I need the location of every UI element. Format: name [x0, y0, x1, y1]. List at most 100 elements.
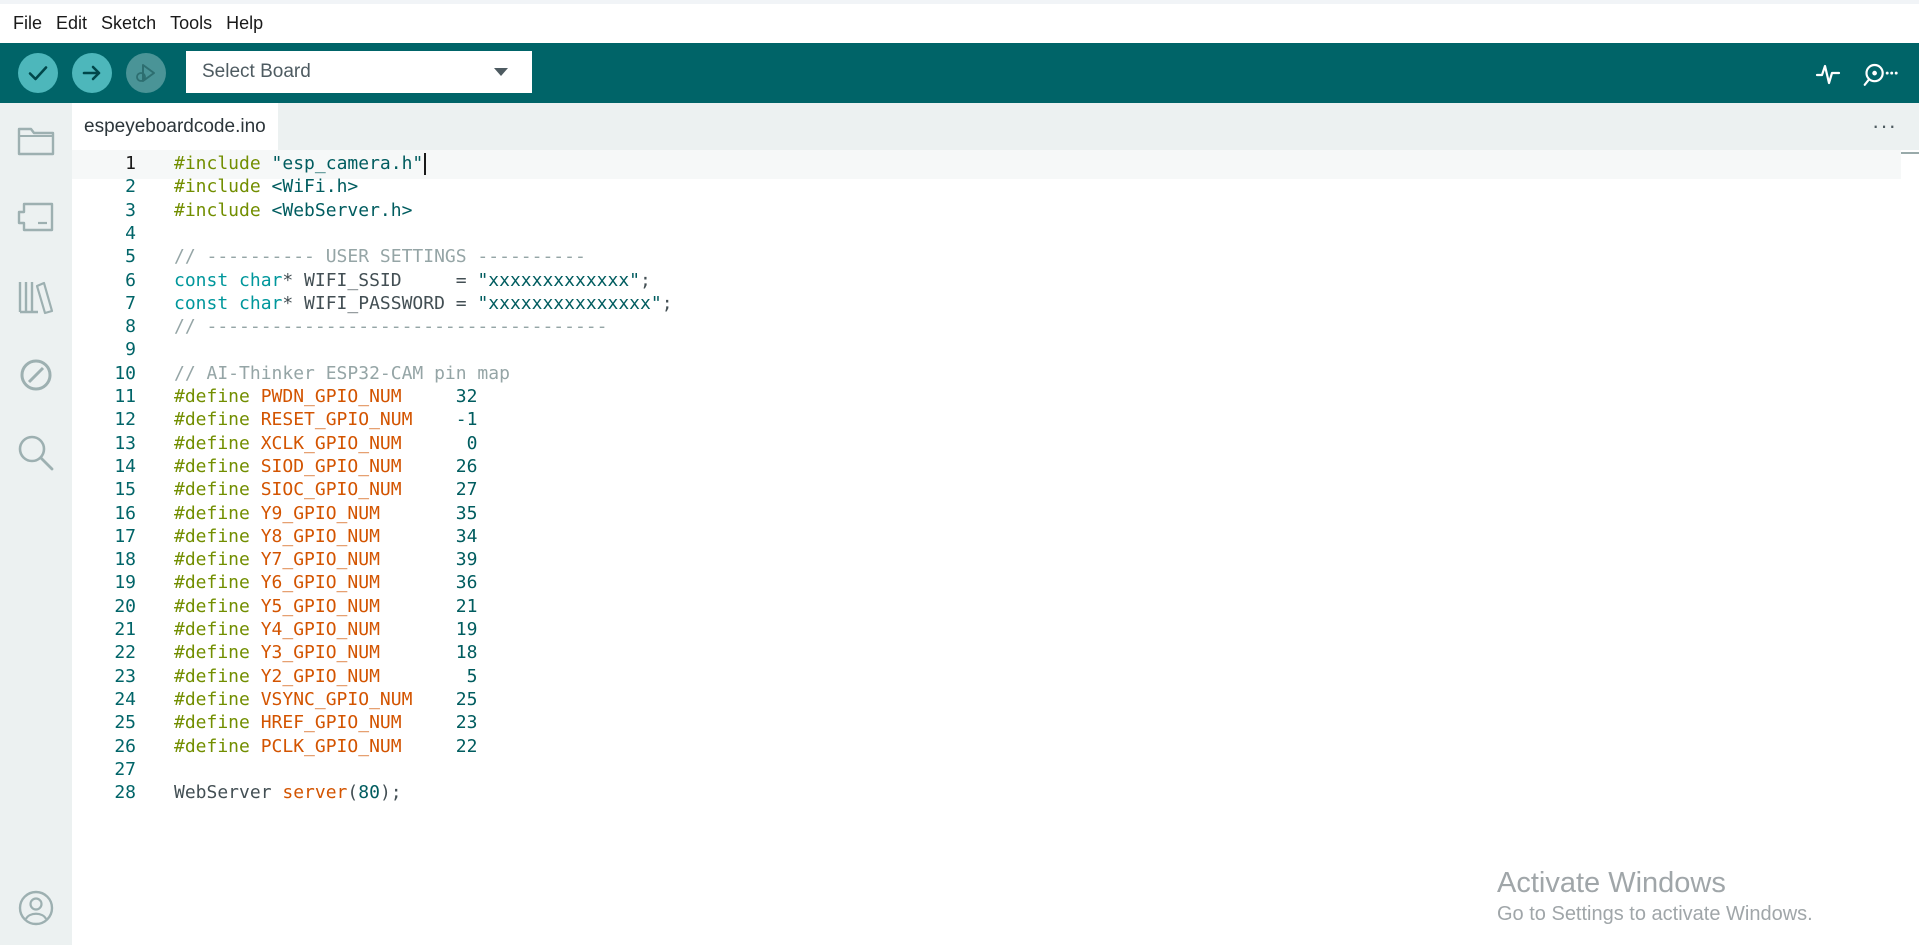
- code-token: #define: [174, 572, 261, 594]
- code-token: );: [379, 782, 402, 804]
- code-token: Y8_GPIO_NUM: [260, 525, 380, 547]
- code-token: 22: [455, 735, 478, 757]
- menu-bar: File Edit Sketch Tools Help: [0, 0, 1919, 43]
- code-editor[interactable]: 1 #include "esp_camera.h" 2 #include <WiFi.…: [72, 150, 1919, 945]
- debug-block-icon: [20, 359, 52, 391]
- verify-button[interactable]: [18, 53, 58, 93]
- code-token: Y4_GPIO_NUM: [260, 619, 380, 640]
- tab-filename: espeyeboardcode.ino: [84, 115, 266, 137]
- line-number: 28: [114, 782, 136, 804]
- code-token: 21: [455, 595, 478, 617]
- editor-scrollbar[interactable]: [1901, 150, 1919, 945]
- code-token: VSYNC_GPIO_NUM: [260, 688, 413, 710]
- code-token: Y6_GPIO_NUM: [260, 572, 380, 594]
- code-token: #define: [174, 735, 261, 757]
- serial-plotter-button[interactable]: [1810, 56, 1846, 92]
- code-token: 80: [358, 782, 380, 804]
- code-token: #include: [174, 153, 272, 174]
- code-token: #define: [174, 712, 261, 734]
- code-token: #define: [174, 479, 261, 501]
- sidebar: [0, 103, 72, 945]
- board-select-dropdown[interactable]: Select Board: [186, 51, 532, 93]
- code-token: #define: [174, 455, 261, 477]
- text-cursor: [424, 153, 427, 175]
- code-token: "esp_camera.h": [271, 153, 424, 174]
- code-token: SIOC_GPIO_NUM: [260, 479, 402, 501]
- tab-sketch-file[interactable]: espeyeboardcode.ino: [72, 103, 278, 150]
- account-icon: [18, 890, 54, 926]
- board-select-label: Select Board: [202, 61, 311, 82]
- code-token: 32: [455, 386, 478, 407]
- code-token: 36: [455, 572, 478, 594]
- code-token: WebServer: [174, 782, 283, 804]
- code-token: SIOD_GPIO_NUM: [260, 455, 402, 477]
- code-token: #define: [174, 642, 261, 664]
- code-token: 5: [466, 665, 478, 687]
- debug-button[interactable]: [126, 53, 166, 93]
- code-token: Y2_GPIO_NUM: [260, 665, 380, 687]
- code-token: // ---------- USER SETTINGS ----------: [174, 246, 586, 268]
- code-token: 19: [455, 619, 478, 640]
- code-token: #define: [174, 595, 261, 617]
- code-token: Y3_GPIO_NUM: [260, 642, 380, 664]
- watermark-subtitle: Go to Settings to activate Windows.: [1497, 903, 1813, 925]
- code-token: 25: [455, 688, 478, 710]
- menu-file[interactable]: File: [6, 2, 49, 45]
- code-token: ;: [640, 269, 651, 291]
- chevron-down-icon: [494, 68, 508, 76]
- code-token: server: [282, 782, 348, 804]
- debug-icon: [136, 64, 155, 82]
- code-token: ;: [661, 292, 673, 314]
- code-token: * WIFI_SSID =: [282, 269, 478, 291]
- pulse-icon: [1815, 64, 1841, 85]
- menu-edit[interactable]: Edit: [49, 2, 94, 45]
- menu-sketch[interactable]: Sketch: [94, 2, 163, 45]
- tab-bar: espeyeboardcode.ino ···: [72, 103, 1919, 150]
- search-button[interactable]: [14, 431, 58, 475]
- folder-icon: [17, 127, 55, 156]
- more-options-icon[interactable]: ···: [1872, 113, 1897, 139]
- code-token: <WebServer.h>: [271, 199, 413, 221]
- code-token: 34: [455, 525, 478, 547]
- magnifier-dots-icon: [1863, 63, 1898, 86]
- menu-help[interactable]: Help: [219, 2, 270, 45]
- menu-tools[interactable]: Tools: [163, 2, 219, 45]
- code-token: #define: [174, 409, 261, 431]
- code-token: #include: [174, 176, 272, 198]
- code-token: #define: [174, 665, 261, 687]
- check-icon: [28, 66, 48, 81]
- code-token: "xxxxxxxxxxxxxxx": [477, 292, 662, 314]
- account-button[interactable]: [14, 886, 58, 930]
- code-line[interactable]: 28 WebServer server(80);: [72, 779, 1901, 808]
- code-token: <WiFi.h>: [271, 176, 359, 198]
- debug-panel-button[interactable]: [14, 353, 58, 397]
- serial-monitor-button[interactable]: [1862, 56, 1898, 92]
- code-token: RESET_GPIO_NUM: [260, 409, 413, 431]
- sketchbook-button[interactable]: [14, 118, 58, 162]
- code-token: #define: [174, 386, 261, 407]
- library-icon: [18, 281, 54, 315]
- code-token: const char: [174, 269, 283, 291]
- code-token: // -------------------------------------: [174, 316, 608, 338]
- code-token: -1: [455, 409, 478, 431]
- boards-manager-button[interactable]: [14, 195, 58, 239]
- watermark-title: Activate Windows: [1497, 867, 1726, 899]
- code-token: 0: [466, 432, 478, 454]
- code-token: PCLK_GPIO_NUM: [260, 735, 402, 757]
- upload-button[interactable]: [72, 53, 112, 93]
- library-manager-button[interactable]: [14, 275, 58, 319]
- code-token: const char: [174, 292, 283, 314]
